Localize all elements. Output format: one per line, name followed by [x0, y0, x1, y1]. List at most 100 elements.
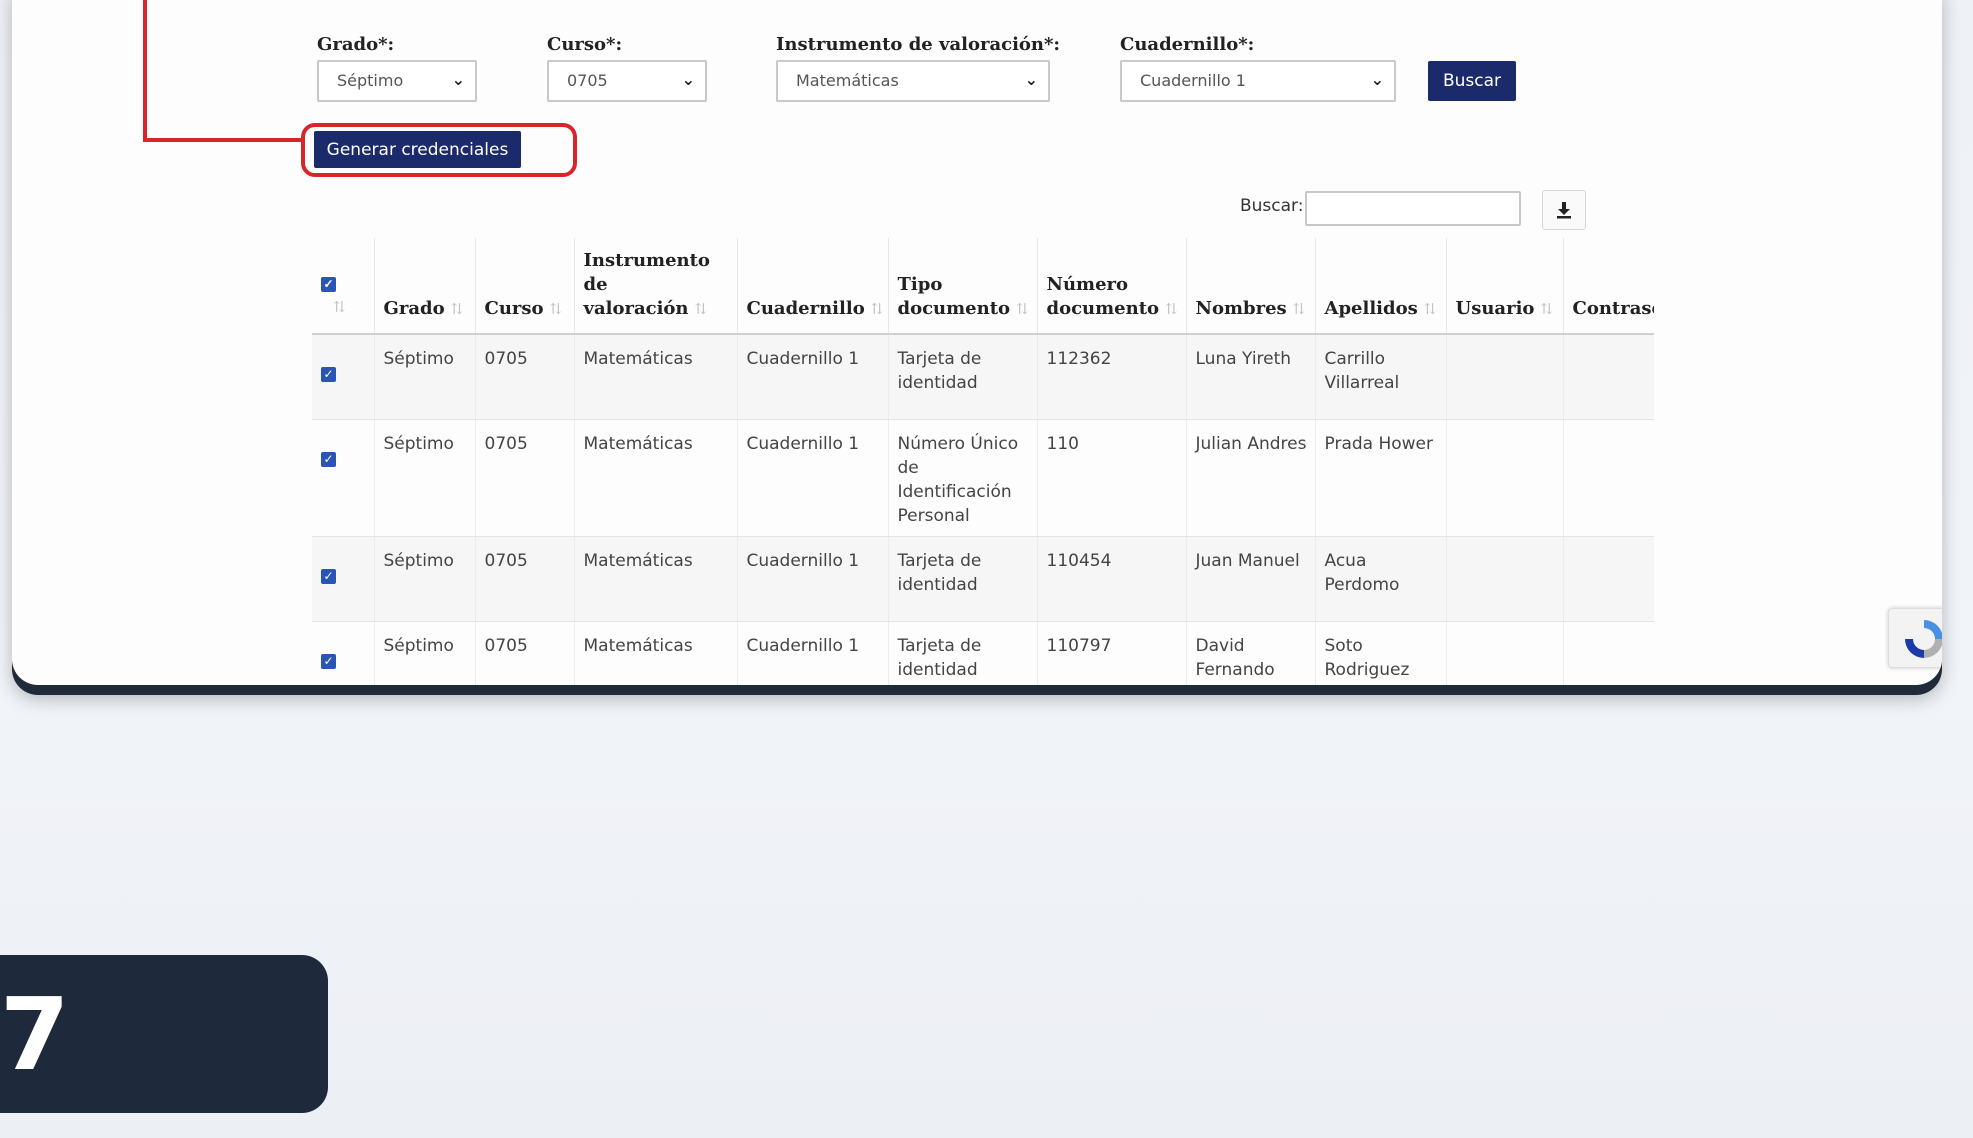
cell-nombres: Luna Yireth: [1186, 334, 1316, 420]
row-checkbox[interactable]: ✓: [321, 568, 336, 584]
cell-grado: Séptimo: [374, 536, 476, 622]
cell-grado: Séptimo: [374, 621, 476, 685]
step-number: 7: [0, 976, 70, 1093]
dashed-divider: [24, 838, 1973, 843]
col-contrasena[interactable]: Contrase: [1563, 238, 1654, 335]
sort-icon: ⇅: [870, 300, 884, 318]
col-cuadernillo[interactable]: Cuadernillo ⇅: [737, 238, 889, 335]
cell-cuadernillo: Cuadernillo 1: [737, 419, 889, 537]
sort-icon: ⇅: [1540, 300, 1553, 318]
col-grado[interactable]: Grado ⇅: [374, 238, 476, 335]
table-row[interactable]: ✓ Séptimo 0705 Matemáticas Cuadernillo 1…: [312, 334, 1654, 420]
cell-instrumento: Matemáticas: [574, 334, 738, 420]
cell-grado: Séptimo: [374, 419, 476, 537]
buscar-button[interactable]: Buscar: [1428, 61, 1516, 101]
cell-apellidos: Soto Rodriguez: [1315, 621, 1447, 685]
cell-numero-documento: 110: [1037, 419, 1187, 537]
select-all-header[interactable]: ✓ ⇅: [312, 238, 375, 335]
cell-instrumento: Matemáticas: [574, 536, 738, 622]
sort-icon: ⇅: [1423, 300, 1437, 318]
cell-contrasena: [1563, 334, 1654, 420]
sort-icon: ⇅: [549, 300, 563, 318]
chevron-down-icon: ⌄: [1024, 70, 1038, 89]
curso-value: 0705: [567, 71, 608, 90]
recaptcha-icon: [1905, 620, 1942, 658]
chevron-down-icon: ⌄: [681, 70, 695, 89]
sort-icon: ⇅: [1016, 300, 1029, 318]
cell-cuadernillo: Cuadernillo 1: [737, 621, 889, 685]
cell-nombres: Juan Manuel: [1186, 536, 1316, 622]
grado-value: Séptimo: [337, 71, 404, 90]
cell-curso: 0705: [475, 536, 575, 622]
col-tipo-documento[interactable]: Tipo documento ⇅: [888, 238, 1038, 335]
cell-tipo-documento: Tarjeta de identidad: [888, 621, 1038, 685]
cell-instrumento: Matemáticas: [574, 419, 738, 537]
row-checkbox[interactable]: ✓: [321, 367, 336, 382]
cell-contrasena: [1563, 419, 1654, 537]
cell-numero-documento: 110797: [1037, 621, 1187, 685]
cell-apellidos: Carrillo Villarreal: [1315, 334, 1447, 420]
row-checkbox[interactable]: ✓: [321, 451, 336, 467]
sort-icon[interactable]: ⇅: [333, 298, 346, 316]
col-apellidos[interactable]: Apellidos ⇅: [1315, 238, 1447, 335]
instrumento-label: Instrumento de valoración*:: [776, 34, 1061, 55]
table-row[interactable]: ✓ Séptimo 0705 Matemáticas Cuadernillo 1…: [312, 536, 1654, 622]
table-row[interactable]: ✓ Séptimo 0705 Matemáticas Cuadernillo 1…: [312, 419, 1654, 537]
cuadernillo-value: Cuadernillo 1: [1140, 71, 1246, 90]
cuadernillo-select[interactable]: Cuadernillo 1 ⌄: [1120, 60, 1396, 102]
cell-cuadernillo: Cuadernillo 1: [737, 334, 889, 420]
students-table: ✓ ⇅ Grado ⇅ Curso ⇅ Instrumento de valorac…: [312, 238, 1654, 685]
cuadernillo-label: Cuadernillo*:: [1120, 34, 1255, 55]
table-header: ✓ ⇅ Grado ⇅ Curso ⇅ Instrumento de valorac…: [312, 238, 1654, 335]
cell-tipo-documento: Tarjeta de identidad: [888, 334, 1038, 420]
col-instrumento[interactable]: Instrumento de valoración ⇅: [574, 238, 738, 335]
download-button[interactable]: [1542, 190, 1586, 230]
curso-label: Curso*:: [547, 34, 623, 55]
cell-instrumento: Matemáticas: [574, 621, 738, 685]
cell-curso: 0705: [475, 621, 575, 685]
cell-usuario: [1446, 621, 1564, 685]
cell-contrasena: [1563, 621, 1654, 685]
sort-icon: ⇅: [1165, 300, 1178, 318]
cell-grado: Séptimo: [374, 334, 476, 420]
grado-label: Grado*:: [317, 34, 395, 55]
instrumento-select[interactable]: Matemáticas ⌄: [776, 60, 1050, 102]
highlight-connector: [143, 0, 147, 142]
col-usuario[interactable]: Usuario ⇅: [1446, 238, 1564, 335]
sort-icon: ⇅: [694, 300, 708, 318]
search-label: Buscar:: [1240, 196, 1304, 216]
recaptcha-badge[interactable]: [1888, 608, 1942, 668]
cell-contrasena: [1563, 536, 1654, 622]
row-checkbox[interactable]: ✓: [321, 653, 336, 669]
download-icon: [1557, 202, 1571, 219]
cell-nombres: Julian Andres: [1186, 419, 1316, 537]
sort-icon: ⇅: [1292, 300, 1306, 318]
instrumento-value: Matemáticas: [796, 71, 899, 90]
cell-usuario: [1446, 536, 1564, 622]
cell-curso: 0705: [475, 419, 575, 537]
cell-tipo-documento: Tarjeta de identidad: [888, 536, 1038, 622]
cell-cuadernillo: Cuadernillo 1: [737, 536, 889, 622]
cell-numero-documento: 110454: [1037, 536, 1187, 622]
select-all-checkbox[interactable]: ✓: [321, 277, 336, 292]
chevron-down-icon: ⌄: [451, 70, 465, 89]
cell-curso: 0705: [475, 334, 575, 420]
col-numero-documento[interactable]: Número documento ⇅: [1037, 238, 1187, 335]
grado-select[interactable]: Séptimo ⌄: [317, 60, 477, 102]
sort-icon: ⇅: [450, 300, 464, 318]
curso-select[interactable]: 0705 ⌄: [547, 60, 707, 102]
cell-apellidos: Acua Perdomo: [1315, 536, 1447, 622]
cell-nombres: David Fernando: [1186, 621, 1316, 685]
search-input[interactable]: [1305, 191, 1521, 226]
table-row[interactable]: ✓ Séptimo 0705 Matemáticas Cuadernillo 1…: [312, 621, 1654, 685]
col-nombres[interactable]: Nombres ⇅: [1186, 238, 1316, 335]
cell-usuario: [1446, 419, 1564, 537]
dashed-divider: [352, 1000, 1973, 1005]
cell-tipo-documento: Número Único de Identificación Personal: [888, 419, 1038, 537]
highlight-connector: [143, 138, 303, 142]
chevron-down-icon: ⌄: [1370, 70, 1384, 89]
cell-usuario: [1446, 334, 1564, 420]
col-curso[interactable]: Curso ⇅: [475, 238, 575, 335]
cell-numero-documento: 112362: [1037, 334, 1187, 420]
app-panel: Grado*: Séptimo ⌄ Curso*: 0705 ⌄ Instrum…: [12, 0, 1942, 685]
